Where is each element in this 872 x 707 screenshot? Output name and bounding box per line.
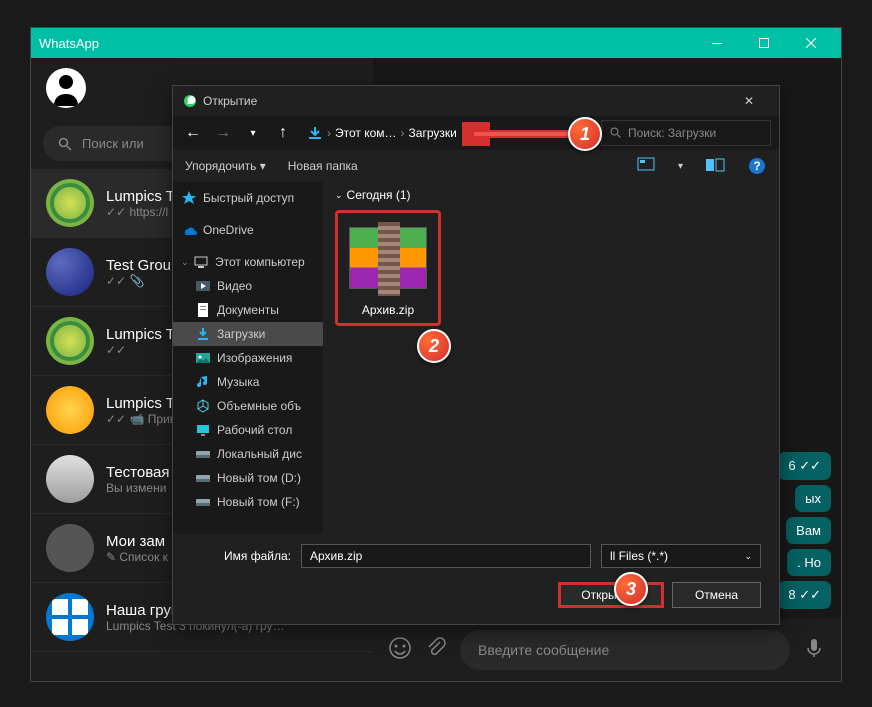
chat-avatar — [46, 524, 94, 572]
message-bubble: Вам — [786, 517, 831, 544]
mic-icon[interactable] — [802, 636, 826, 665]
new-folder-button[interactable]: Новая папка — [288, 159, 358, 173]
tree-item-music[interactable]: Музыка — [173, 370, 323, 394]
message-bubble: ых — [795, 485, 831, 512]
tree-item-quick-access[interactable]: Быстрый доступ — [173, 186, 323, 210]
filename-input[interactable] — [301, 544, 591, 568]
tree-item-drive-d[interactable]: Новый том (D:) — [173, 466, 323, 490]
dialog-search-input[interactable]: Поиск: Загрузки — [601, 120, 771, 146]
nav-back-button[interactable]: ← — [181, 121, 205, 145]
tree-item-videos[interactable]: Видео — [173, 274, 323, 298]
composer: Введите сообщение — [373, 619, 841, 681]
message-input[interactable]: Введите сообщение — [460, 630, 790, 670]
open-button[interactable]: Открыть▾ — [558, 582, 664, 608]
tree-item-pictures[interactable]: Изображения — [173, 346, 323, 370]
nav-up-button[interactable]: ↑ — [271, 121, 295, 145]
attach-icon[interactable] — [424, 636, 448, 665]
nav-forward-button[interactable]: → — [211, 121, 235, 145]
callout-1: 1 — [568, 117, 602, 151]
tree-item-onedrive[interactable]: OneDrive — [173, 218, 323, 242]
zip-file-icon — [349, 219, 427, 297]
file-item-archive[interactable]: Архив.zip — [340, 215, 436, 321]
chat-avatar — [46, 386, 94, 434]
chat-avatar — [46, 179, 94, 227]
view-dropdown-icon[interactable]: ▾ — [678, 161, 683, 172]
chat-avatar — [46, 317, 94, 365]
close-button[interactable] — [788, 28, 833, 58]
group-header[interactable]: ⌄Сегодня (1) — [335, 188, 767, 202]
tree-item-drive-f[interactable]: Новый том (F:) — [173, 490, 323, 514]
app-title: WhatsApp — [39, 36, 694, 51]
tree-item-drive-c[interactable]: Локальный дис — [173, 442, 323, 466]
tree-item-3d[interactable]: Объемные объ — [173, 394, 323, 418]
preview-icon[interactable] — [705, 156, 725, 176]
view-icon[interactable] — [636, 156, 656, 176]
tree-item-documents[interactable]: Документы — [173, 298, 323, 322]
cancel-button[interactable]: Отмена — [672, 582, 761, 608]
nav-dropdown-icon[interactable]: ▾ — [241, 121, 265, 145]
message-bubble: 6 ✓✓ — [778, 452, 831, 480]
tree-item-desktop[interactable]: Рабочий стол — [173, 418, 323, 442]
search-icon — [58, 137, 72, 151]
filename-label: Имя файла: — [191, 549, 291, 563]
callout-3: 3 — [614, 572, 648, 606]
message-bubble: 8 ✓✓ — [778, 581, 831, 609]
emoji-icon[interactable] — [388, 636, 412, 665]
chat-avatar — [46, 248, 94, 296]
whatsapp-icon — [183, 94, 197, 108]
svg-text:?: ? — [753, 159, 760, 173]
message-bubble: . Но — [787, 549, 831, 576]
organize-button[interactable]: Упорядочить ▾ — [185, 159, 266, 173]
callout-2: 2 — [417, 329, 451, 363]
filetype-select[interactable]: ll Files (*.*)⌄ — [601, 544, 761, 568]
minimize-button[interactable] — [694, 28, 739, 58]
file-list[interactable]: ⌄Сегодня (1) Архив.zip — [323, 182, 779, 534]
chat-avatar — [46, 455, 94, 503]
dialog-close-button[interactable]: ✕ — [729, 94, 769, 108]
annotation-arrow — [462, 122, 582, 146]
titlebar: WhatsApp — [31, 28, 841, 58]
tree-item-downloads[interactable]: Загрузки — [173, 322, 323, 346]
download-folder-icon — [307, 125, 323, 141]
tree-item-this-pc[interactable]: ⌄Этот компьютер — [173, 250, 323, 274]
dialog-title-text: Открытие — [203, 94, 257, 108]
chat-avatar — [46, 593, 94, 641]
search-icon — [610, 127, 622, 139]
file-open-dialog: Открытие ✕ ← → ▾ ↑ › Этот ком… › Загрузк… — [172, 85, 780, 625]
avatar[interactable] — [46, 68, 86, 108]
help-icon[interactable]: ? — [747, 156, 767, 176]
folder-tree: Быстрый доступ OneDrive ⌄Этот компьютер … — [173, 182, 323, 534]
maximize-button[interactable] — [741, 28, 786, 58]
